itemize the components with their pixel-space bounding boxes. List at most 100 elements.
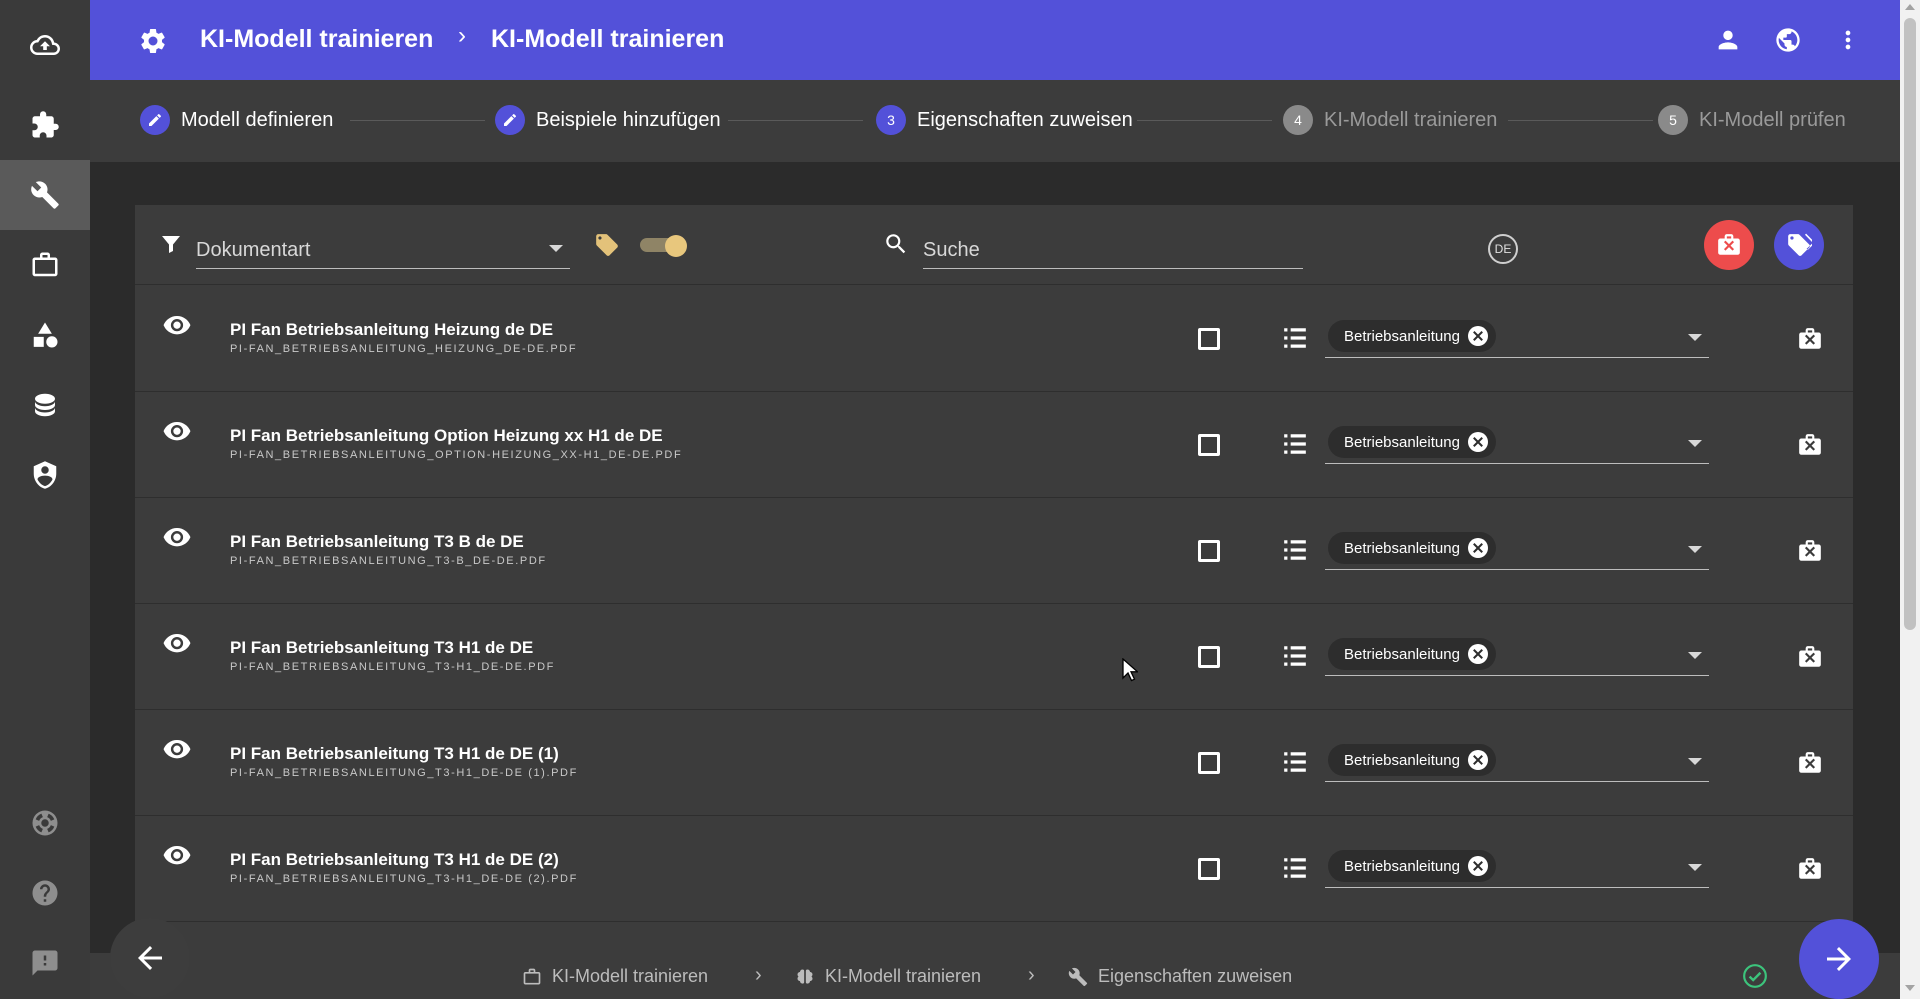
briefcase-remove-icon[interactable]	[1796, 644, 1824, 670]
step-modell-definieren[interactable]: Modell definieren	[140, 105, 333, 135]
document-type-select[interactable]: Betriebsanleitung	[1325, 844, 1709, 888]
list-icon[interactable]	[1282, 538, 1308, 562]
sidebar-item-security[interactable]	[0, 440, 90, 510]
chevron-down-icon[interactable]	[1688, 546, 1702, 553]
database-icon	[35, 393, 55, 417]
document-type-select[interactable]: Betriebsanleitung	[1325, 526, 1709, 570]
eye-icon[interactable]	[162, 528, 192, 550]
document-checkbox[interactable]	[1198, 328, 1220, 350]
footer-crumb-model[interactable]: KI-Modell trainieren	[795, 966, 981, 987]
step-number-badge: 4	[1283, 105, 1313, 135]
scroll-down-arrow-icon[interactable]	[1905, 985, 1915, 991]
next-button[interactable]	[1799, 919, 1879, 999]
document-type-select[interactable]: Betriebsanleitung	[1325, 314, 1709, 358]
briefcase-remove-icon[interactable]	[1796, 326, 1824, 352]
document-type-select[interactable]: Betriebsanleitung	[1325, 632, 1709, 676]
sidebar-item-database[interactable]	[0, 370, 90, 440]
list-icon[interactable]	[1282, 432, 1308, 456]
pencil-icon	[504, 113, 517, 126]
wizard-stepper: Modell definieren Beispiele hinzufügen 3…	[90, 80, 1900, 162]
document-title: PI Fan Betriebsanleitung T3 H1 de DE	[230, 638, 534, 657]
tag-filter-toggle[interactable]	[640, 235, 687, 257]
list-icon[interactable]	[1282, 856, 1308, 880]
sidebar-item-tools[interactable]	[0, 160, 90, 230]
sidebar-item-extensions[interactable]	[0, 90, 90, 160]
step-beispiele-hinzufuegen[interactable]: Beispiele hinzufügen	[495, 105, 721, 135]
list-icon[interactable]	[1282, 644, 1308, 668]
document-title: PI Fan Betriebsanleitung T3 H1 de DE (2)	[230, 850, 559, 869]
mouse-cursor-icon	[1122, 658, 1138, 682]
account-icon[interactable]	[1714, 26, 1742, 54]
close-icon[interactable]	[1467, 432, 1488, 452]
step-eigenschaften-zuweisen[interactable]: 3 Eigenschaften zuweisen	[876, 105, 1133, 135]
close-icon[interactable]	[1467, 326, 1488, 346]
briefcase-remove-icon[interactable]	[1796, 538, 1824, 564]
eye-icon[interactable]	[162, 422, 192, 444]
app-title[interactable]: KI-Modell trainieren	[200, 25, 433, 54]
eye-icon[interactable]	[162, 316, 192, 338]
sidebar-item-feedback[interactable]	[0, 928, 90, 998]
tag-chip: Betriebsanleitung	[1328, 426, 1496, 458]
close-icon[interactable]	[1467, 750, 1488, 770]
chevron-down-icon[interactable]	[1688, 440, 1702, 447]
eye-icon[interactable]	[162, 634, 192, 656]
search-placeholder: Suche	[923, 239, 980, 261]
briefcase-remove-icon[interactable]	[1796, 856, 1824, 882]
step-ki-modell-trainieren[interactable]: 4 KI-Modell trainieren	[1283, 105, 1497, 135]
close-icon[interactable]	[1467, 538, 1488, 558]
step-label: Modell definieren	[181, 108, 334, 131]
list-icon[interactable]	[1282, 750, 1308, 774]
document-title: PI Fan Betriebsanleitung Heizung de DE	[230, 320, 554, 339]
briefcase-remove-icon[interactable]	[1796, 750, 1824, 776]
document-checkbox[interactable]	[1198, 540, 1220, 562]
sidebar-item-cloud-upload[interactable]	[0, 10, 90, 80]
document-checkbox[interactable]	[1198, 646, 1220, 668]
document-type-filter-select[interactable]: Dokumentart	[196, 229, 570, 269]
document-type-select[interactable]: Betriebsanleitung	[1325, 420, 1709, 464]
tag-chip: Betriebsanleitung	[1328, 850, 1496, 882]
eye-icon[interactable]	[162, 740, 192, 762]
back-button[interactable]	[110, 918, 190, 998]
briefcase-icon	[32, 252, 58, 277]
gear-icon[interactable]	[138, 26, 168, 56]
shield-account-icon	[33, 461, 57, 489]
eye-icon[interactable]	[162, 846, 192, 868]
close-icon[interactable]	[1467, 644, 1488, 664]
chevron-down-icon[interactable]	[1688, 864, 1702, 871]
toggle-knob	[665, 235, 687, 257]
remove-all-tags-button[interactable]	[1704, 220, 1754, 270]
document-row: PI Fan Betriebsanleitung T3 H1 de DE (1)…	[135, 710, 1853, 816]
list-icon[interactable]	[1282, 326, 1308, 350]
chevron-down-icon[interactable]	[1688, 758, 1702, 765]
pencil-icon	[149, 113, 162, 126]
tag-chip-label: Betriebsanleitung	[1344, 857, 1460, 875]
scroll-up-arrow-icon[interactable]	[1905, 4, 1915, 10]
chevron-down-icon[interactable]	[1688, 652, 1702, 659]
scrollbar-thumb[interactable]	[1904, 18, 1916, 630]
document-title: PI Fan Betriebsanleitung T3 H1 de DE (1)	[230, 744, 559, 763]
language-badge[interactable]: DE	[1488, 234, 1518, 264]
help-icon	[32, 880, 58, 906]
sidebar-item-support[interactable]	[0, 788, 90, 858]
document-type-select[interactable]: Betriebsanleitung	[1325, 738, 1709, 782]
sidebar-item-projects[interactable]	[0, 230, 90, 300]
arrow-left-icon	[138, 946, 162, 970]
close-icon[interactable]	[1467, 856, 1488, 876]
document-row: PI Fan Betriebsanleitung T3 H1 de DE PI-…	[135, 604, 1853, 710]
footer-crumb-project[interactable]: KI-Modell trainieren	[522, 966, 708, 987]
briefcase-remove-icon[interactable]	[1796, 432, 1824, 458]
document-checkbox[interactable]	[1198, 752, 1220, 774]
document-checkbox[interactable]	[1198, 858, 1220, 880]
assign-tags-button[interactable]	[1774, 220, 1824, 270]
footer-crumb-separator: ›	[755, 964, 762, 986]
globe-icon[interactable]	[1774, 26, 1802, 54]
search-input[interactable]: Suche	[923, 229, 1303, 269]
document-filename: PI-FAN_BETRIEBSANLEITUNG_HEIZUNG_DE-DE.P…	[230, 343, 578, 355]
more-vertical-icon[interactable]	[1834, 26, 1862, 54]
sidebar-item-help[interactable]	[0, 858, 90, 928]
document-checkbox[interactable]	[1198, 434, 1220, 456]
sidebar-item-categories[interactable]	[0, 300, 90, 370]
chevron-down-icon[interactable]	[1688, 334, 1702, 341]
tag-chip: Betriebsanleitung	[1328, 744, 1496, 776]
step-ki-modell-pruefen[interactable]: 5 KI-Modell prüfen	[1658, 105, 1846, 135]
